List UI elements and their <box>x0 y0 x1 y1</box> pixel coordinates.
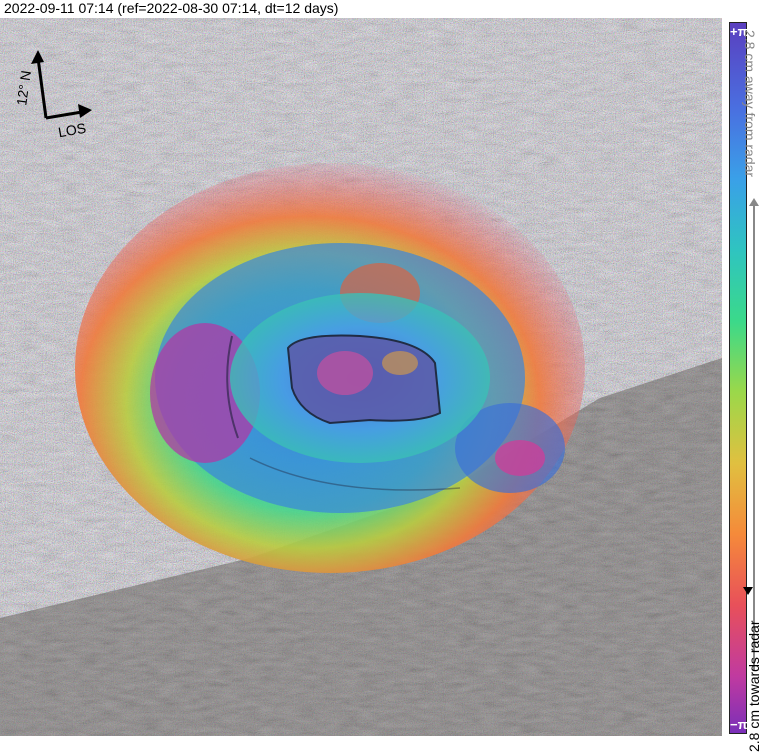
interferogram-image: 12° N LOS <box>0 18 722 736</box>
towards-radar-label: 2.8 cm towards radar <box>746 621 762 752</box>
away-from-radar-label: 2.8 cm away from radar <box>742 30 758 177</box>
north-arrow-icon <box>31 50 46 118</box>
image-title: 2022-09-11 07:14 (ref=2022-08-30 07:14, … <box>4 0 338 16</box>
interferogram-graphic <box>0 18 722 736</box>
phase-colorbar: +π −π 2.8 cm away from radar 2.8 cm towa… <box>726 18 770 736</box>
away-arrow-icon <box>753 200 755 670</box>
los-arrow-icon <box>46 104 92 118</box>
colorbar-bottom-symbol: −π <box>730 717 746 732</box>
